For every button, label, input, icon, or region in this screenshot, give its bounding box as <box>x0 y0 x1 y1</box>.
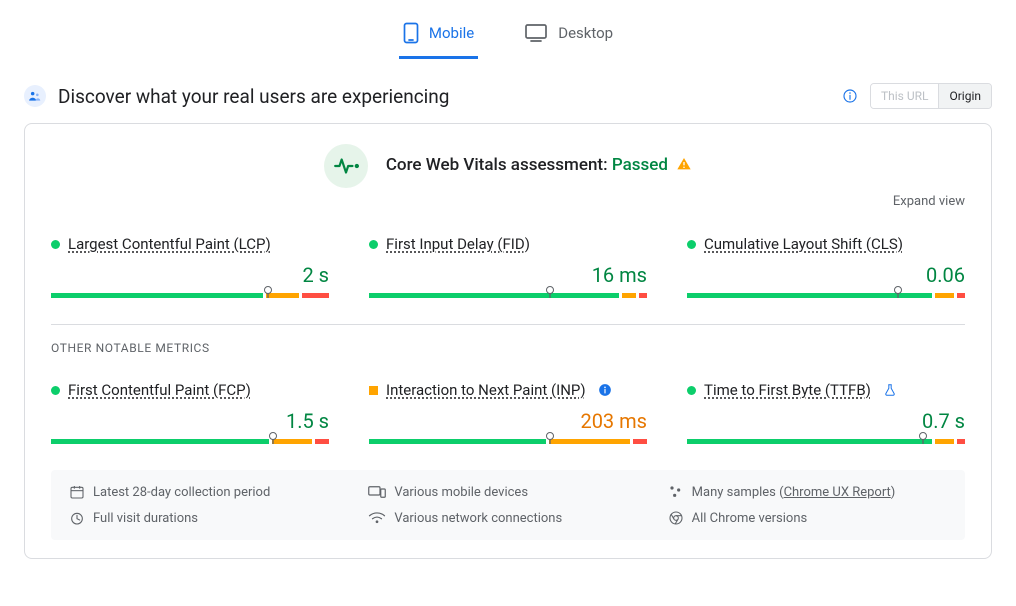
marker-icon <box>545 286 555 298</box>
mobile-icon <box>403 22 419 44</box>
pulse-icon <box>324 144 368 188</box>
metric-ttfb-label[interactable]: Time to First Byte (TTFB) <box>704 381 871 399</box>
device-tabs: Mobile Desktop <box>0 0 1016 59</box>
metric-fcp-value: 1.5 s <box>51 409 329 433</box>
other-metrics: First Contentful Paint (FCP) 1.5 s Inter… <box>51 381 965 444</box>
tab-mobile-label: Mobile <box>429 24 474 42</box>
tab-desktop-label: Desktop <box>558 24 613 42</box>
marker-icon <box>545 432 555 444</box>
desktop-icon <box>524 23 548 43</box>
warning-icon <box>676 156 692 177</box>
metric-fid: First Input Delay (FID) 16 ms <box>369 235 647 298</box>
flask-icon[interactable] <box>883 383 897 397</box>
metric-cls-value: 0.06 <box>687 263 965 287</box>
assessment-row: Core Web Vitals assessment: Passed <box>51 144 965 188</box>
scope-this-url[interactable]: This URL <box>871 84 940 108</box>
tab-mobile[interactable]: Mobile <box>399 16 478 59</box>
status-dot-good <box>51 240 60 249</box>
metric-ttfb-value: 0.7 s <box>687 409 965 433</box>
cwv-metrics: Largest Contentful Paint (LCP) 2 s First… <box>51 235 965 298</box>
metric-fid-label[interactable]: First Input Delay (FID) <box>386 235 530 253</box>
metric-lcp-label[interactable]: Largest Contentful Paint (LCP) <box>68 235 271 253</box>
metric-lcp-bar <box>51 293 329 298</box>
chrome-icon <box>668 510 684 526</box>
expand-view-link[interactable]: Expand view <box>893 194 965 209</box>
section-header: Discover what your real users are experi… <box>0 59 1016 123</box>
page-title: Discover what your real users are experi… <box>58 85 830 108</box>
footer-networks: Various network connections <box>368 510 647 526</box>
tab-desktop[interactable]: Desktop <box>520 16 617 59</box>
assessment-text: Core Web Vitals assessment: Passed <box>386 155 692 176</box>
scope-origin[interactable]: Origin <box>939 84 991 108</box>
status-square-ni <box>369 386 378 395</box>
status-dot-good <box>369 240 378 249</box>
footer-devices: Various mobile devices <box>368 484 647 500</box>
metric-inp-bar <box>369 439 647 444</box>
field-data-card: Core Web Vitals assessment: Passed Expan… <box>24 123 992 559</box>
metric-inp: Interaction to Next Paint (INP) 203 ms <box>369 381 647 444</box>
divider <box>51 324 965 325</box>
metric-fcp-label[interactable]: First Contentful Paint (FCP) <box>68 381 251 399</box>
wifi-icon <box>368 511 386 525</box>
devices-icon <box>368 485 386 499</box>
status-dot-good <box>51 386 60 395</box>
info-icon[interactable] <box>842 88 858 104</box>
metric-lcp: Largest Contentful Paint (LCP) 2 s <box>51 235 329 298</box>
metric-ttfb: Time to First Byte (TTFB) 0.7 s <box>687 381 965 444</box>
status-dot-good <box>687 386 696 395</box>
footer-versions: All Chrome versions <box>668 510 947 526</box>
chrome-ux-report-link[interactable]: Chrome UX Report <box>784 485 891 500</box>
metric-cls-label[interactable]: Cumulative Layout Shift (CLS) <box>704 235 903 253</box>
metric-cls-bar <box>687 293 965 298</box>
marker-icon <box>268 432 278 444</box>
metric-ttfb-bar <box>687 439 965 444</box>
marker-icon <box>893 286 903 298</box>
assessment-status: Passed <box>612 155 668 175</box>
metric-lcp-value: 2 s <box>51 263 329 287</box>
assessment-label: Core Web Vitals assessment: <box>386 155 608 175</box>
metric-inp-value: 203 ms <box>369 409 647 433</box>
marker-icon <box>263 286 273 298</box>
footer-period: Latest 28-day collection period <box>69 484 348 500</box>
expand-view-row: Expand view <box>51 194 965 209</box>
status-dot-good <box>687 240 696 249</box>
info-badge-icon[interactable] <box>598 383 612 397</box>
metric-fcp-bar <box>51 439 329 444</box>
footer-info: Latest 28-day collection period Various … <box>51 470 965 540</box>
metric-fcp: First Contentful Paint (FCP) 1.5 s <box>51 381 329 444</box>
metric-fid-value: 16 ms <box>369 263 647 287</box>
scatter-icon <box>668 484 684 500</box>
scope-toggle: This URL Origin <box>870 83 992 109</box>
metric-fid-bar <box>369 293 647 298</box>
other-metrics-heading: OTHER NOTABLE METRICS <box>51 341 965 355</box>
footer-durations: Full visit durations <box>69 510 348 526</box>
clock-icon <box>69 510 85 526</box>
metric-inp-label[interactable]: Interaction to Next Paint (INP) <box>386 381 586 399</box>
metric-cls: Cumulative Layout Shift (CLS) 0.06 <box>687 235 965 298</box>
marker-icon <box>918 432 928 444</box>
users-icon <box>24 85 46 107</box>
footer-samples: Many samples (Chrome UX Report) <box>668 484 947 500</box>
calendar-icon <box>69 484 85 500</box>
